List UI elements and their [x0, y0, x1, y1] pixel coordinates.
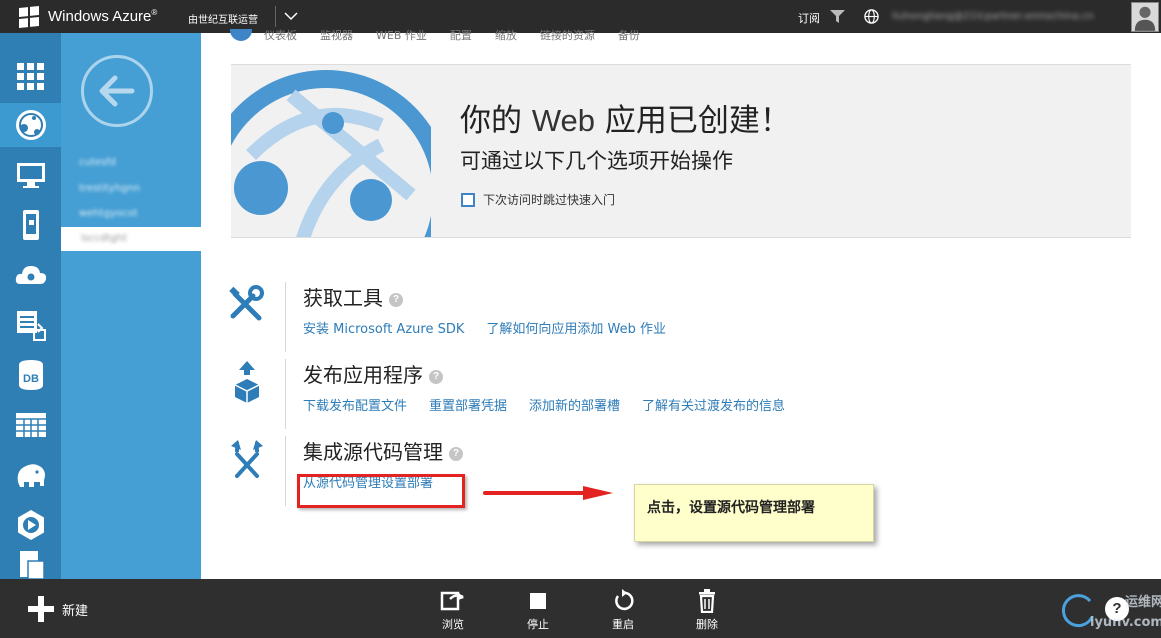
sql-database-icon[interactable]: DB	[0, 353, 61, 397]
left-nav: DB	[0, 33, 61, 579]
highlight-box	[297, 474, 465, 508]
add-webjobs-info-link[interactable]: 了解如何向应用添加 Web 作业	[486, 318, 666, 337]
windows-logo-icon[interactable]	[19, 5, 39, 29]
filter-icon[interactable]	[830, 10, 845, 23]
divider	[285, 359, 286, 429]
browse-icon	[440, 591, 464, 611]
section-title: 发布应用程序?	[303, 359, 443, 388]
back-button[interactable]	[81, 55, 153, 127]
stop-button[interactable]: 停止	[515, 589, 561, 633]
storage-icon[interactable]	[0, 403, 61, 447]
watermark: 运维网 iyunv.com	[1090, 595, 1161, 630]
quickstart-tab-icon[interactable]	[230, 29, 252, 41]
add-deployment-slot-link[interactable]: 添加新的部署槽	[529, 395, 620, 414]
mobile-services-icon[interactable]	[0, 203, 61, 247]
tools-icon	[229, 285, 264, 321]
web-sites-icon[interactable]	[0, 103, 61, 147]
globe-icon[interactable]	[864, 9, 879, 24]
skip-quickstart-checkbox[interactable]: 下次访问时跳过快速入门	[461, 191, 615, 208]
tab-dashboard[interactable]: 仪表板	[264, 28, 297, 42]
site-list-item[interactable]: trestityhgnn	[79, 183, 189, 194]
tab-linked-resources[interactable]: 链接的资源	[540, 28, 595, 42]
tab-backups[interactable]: 备份	[618, 28, 640, 42]
delete-button[interactable]: 删除	[684, 589, 730, 633]
divider	[275, 6, 276, 27]
new-button[interactable]: 新建	[28, 596, 88, 622]
staged-publishing-info-link[interactable]: 了解有关过渡发布的信息	[642, 395, 785, 414]
help-icon[interactable]: ?	[449, 447, 463, 461]
account-name[interactable]: liuhongliang@21V.partner.onmschina.cn	[892, 11, 1120, 21]
more-services-icon[interactable]	[0, 547, 61, 579]
arrow-left-icon	[99, 75, 135, 107]
tab-webjobs[interactable]: WEB 作业	[376, 28, 427, 42]
annotation-note-text: 点击，设置源代码管理部署	[647, 500, 815, 516]
virtual-machines-icon[interactable]	[0, 153, 61, 197]
all-items-grid-icon[interactable]	[0, 55, 61, 99]
stop-icon	[530, 593, 546, 609]
svg-text:DB: DB	[23, 373, 39, 385]
download-publish-profile-link[interactable]: 下载发布配置文件	[303, 395, 407, 414]
site-list-item[interactable]: cutesfd	[79, 157, 189, 168]
publish-app-section: 发布应用程序? 下载发布配置文件 重置部署凭据 添加新的部署槽 了解有关过渡发布…	[225, 359, 925, 431]
source-control-icon	[231, 440, 263, 478]
avatar[interactable]	[1131, 2, 1159, 32]
subscriptions-link[interactable]: 订阅	[798, 10, 820, 26]
site-list-item-selected[interactable]: lsccdtght	[61, 227, 201, 251]
quickstart-hero: 你的 Web 应用已创建！ 可通过以下几个选项开始操作 下次访问时跳过快速入门	[231, 64, 1131, 238]
divider	[285, 436, 286, 506]
cloud-services-icon[interactable]	[0, 253, 61, 297]
hdinsight-icon[interactable]	[0, 453, 61, 497]
help-icon[interactable]: ?	[389, 293, 403, 307]
checkbox-box[interactable]	[461, 192, 475, 207]
tab-scale[interactable]: 缩放	[495, 28, 517, 42]
tab-configure[interactable]: 配置	[450, 28, 472, 42]
plus-icon	[28, 596, 54, 622]
site-list-panel: cutesfd trestityhgnn wehtgyocot lsccdtgh…	[61, 33, 201, 579]
delete-icon	[699, 589, 715, 613]
brand-title[interactable]: Windows Azure®	[48, 8, 157, 25]
restart-button[interactable]: 重启	[600, 589, 646, 633]
batch-service-icon[interactable]	[0, 303, 61, 347]
media-services-icon[interactable]	[0, 503, 61, 547]
divider	[285, 282, 286, 352]
reset-credentials-link[interactable]: 重置部署凭据	[429, 395, 507, 414]
annotation-arrow-icon	[483, 486, 613, 500]
annotation-note: 点击，设置源代码管理部署	[634, 484, 874, 542]
page-subtitle: 可通过以下几个选项开始操作	[460, 149, 733, 173]
browse-button[interactable]: 浏览	[430, 589, 476, 633]
operator-label: 由世纪互联运营	[188, 15, 258, 26]
tab-bar: 仪表板 监视器 WEB 作业 配置 缩放 链接的资源 备份	[230, 28, 663, 42]
web-app-globe-icon	[231, 70, 431, 237]
page-title: 你的 Web 应用已创建！	[460, 103, 791, 139]
publish-icon	[234, 361, 260, 403]
section-title: 集成源代码管理?	[303, 436, 463, 465]
restart-icon	[615, 589, 634, 611]
help-icon[interactable]: ?	[429, 370, 443, 384]
skip-quickstart-label: 下次访问时跳过快速入门	[483, 193, 616, 207]
get-tools-section: 获取工具? 安装 Microsoft Azure SDK 了解如何向应用添加 W…	[225, 282, 925, 354]
section-title: 获取工具?	[303, 282, 403, 311]
tab-monitor[interactable]: 监视器	[320, 28, 353, 42]
command-bar: 新建 浏览 停止 重启 删除 ? 运维网 iyunv.com	[0, 579, 1161, 638]
chevron-down-icon[interactable]	[283, 8, 299, 24]
new-label: 新建	[62, 603, 89, 619]
install-sdk-link[interactable]: 安装 Microsoft Azure SDK	[303, 318, 464, 337]
site-list-item[interactable]: wehtgyocot	[79, 208, 189, 219]
